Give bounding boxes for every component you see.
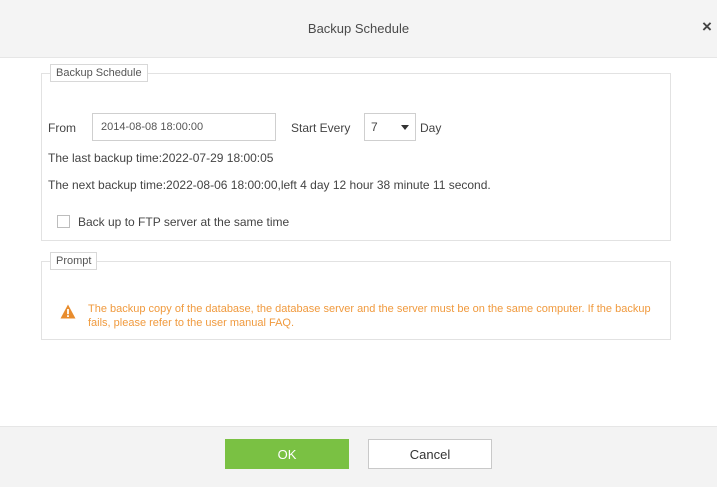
start-every-select[interactable]: 7 bbox=[364, 113, 416, 141]
ok-button[interactable]: OK bbox=[225, 439, 349, 469]
warning-icon bbox=[60, 304, 76, 319]
start-every-value: 7 bbox=[371, 120, 378, 134]
ftp-backup-checkbox[interactable] bbox=[57, 215, 70, 228]
dialog-footer bbox=[0, 426, 717, 487]
chevron-down-icon bbox=[401, 125, 409, 130]
dialog-titlebar: Backup Schedule × bbox=[0, 0, 717, 58]
backup-schedule-dialog: Backup Schedule × Backup Schedule From S… bbox=[0, 0, 717, 487]
cancel-button[interactable]: Cancel bbox=[368, 439, 492, 469]
from-label: From bbox=[48, 121, 76, 135]
ftp-backup-label[interactable]: Back up to FTP server at the same time bbox=[78, 215, 289, 229]
from-datetime-input[interactable] bbox=[92, 113, 276, 141]
prompt-message: The backup copy of the database, the dat… bbox=[88, 303, 651, 329]
backup-schedule-legend: Backup Schedule bbox=[50, 64, 148, 82]
start-every-label: Start Every bbox=[291, 121, 351, 135]
dialog-title: Backup Schedule bbox=[307, 21, 410, 36]
close-icon[interactable]: × bbox=[702, 16, 717, 38]
last-backup-text: The last backup time:2022-07-29 18:00:05 bbox=[48, 151, 274, 165]
next-backup-text: The next backup time:2022-08-06 18:00:00… bbox=[48, 178, 491, 192]
prompt-legend: Prompt bbox=[50, 252, 98, 270]
day-label: Day bbox=[420, 121, 442, 135]
